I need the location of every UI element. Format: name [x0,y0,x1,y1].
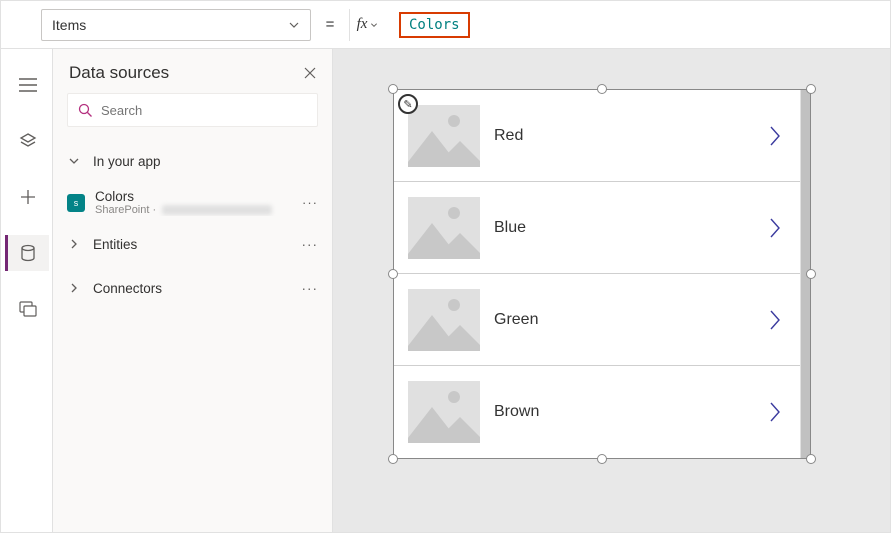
property-selector-label: Items [52,17,86,33]
list-item[interactable]: Green [394,274,800,366]
resize-handle[interactable] [388,454,398,464]
image-placeholder-icon [408,381,480,443]
fx-button[interactable]: fx [349,9,385,41]
datasource-subtext: SharePoint · [95,204,292,216]
search-input[interactable] [101,103,307,118]
section-label: Connectors [93,281,162,296]
formula-input[interactable]: Colors [395,9,882,41]
layers-icon[interactable] [5,123,49,159]
datasource-item[interactable]: s Colors SharePoint · ··· [53,183,332,222]
chevron-down-icon [288,19,300,31]
chevron-right-icon[interactable] [768,217,782,239]
more-icon[interactable]: ··· [302,195,322,210]
section-label: Entities [93,237,137,252]
chevron-down-icon [67,155,81,167]
list-item-title: Brown [494,403,754,421]
plus-icon[interactable] [5,179,49,215]
image-placeholder-icon [408,197,480,259]
hamburger-icon[interactable] [5,67,49,103]
main-area: Data sources In your app s Colors [1,49,890,532]
chevron-down-icon [370,21,378,29]
section-entities[interactable]: Entities ··· [53,222,332,266]
canvas[interactable]: Red Blue Green Brown [333,49,890,532]
section-in-your-app[interactable]: In your app [53,139,332,183]
list-item-title: Blue [494,219,754,237]
equals-sign: = [321,16,339,33]
data-icon[interactable] [5,235,49,271]
close-icon[interactable] [304,67,316,79]
chevron-right-icon [67,238,81,250]
property-selector[interactable]: Items [41,9,311,41]
list-item-title: Red [494,127,754,145]
resize-handle[interactable] [388,84,398,94]
more-icon[interactable]: ··· [302,237,323,252]
chevron-right-icon[interactable] [768,401,782,423]
pencil-icon[interactable]: ✎ [398,94,418,114]
more-icon[interactable]: ··· [302,281,323,296]
resize-handle[interactable] [806,84,816,94]
panel-title: Data sources [69,63,169,83]
section-connectors[interactable]: Connectors ··· [53,266,332,310]
section-label: In your app [93,154,161,169]
chevron-right-icon[interactable] [768,125,782,147]
image-placeholder-icon [408,105,480,167]
gallery-list: Red Blue Green Brown [394,90,800,458]
formula-value-highlight: Colors [399,12,470,38]
search-icon [78,103,93,118]
resize-handle[interactable] [806,269,816,279]
resize-handle[interactable] [597,84,607,94]
fx-label: fx [357,16,368,33]
list-item-title: Green [494,311,754,329]
resize-handle[interactable] [388,269,398,279]
datasource-name: Colors [95,189,292,204]
media-icon[interactable] [5,291,49,327]
panel-header: Data sources [53,49,332,93]
gallery-selection-frame: Red Blue Green Brown [393,89,811,459]
formula-bar: Items = fx Colors [1,1,890,49]
side-rail [1,49,53,532]
search-box[interactable] [67,93,318,127]
resize-handle[interactable] [597,454,607,464]
gallery-control[interactable]: Red Blue Green Brown [393,89,811,459]
data-sources-panel: Data sources In your app s Colors [53,49,333,532]
sharepoint-icon: s [67,194,85,212]
image-placeholder-icon [408,289,480,351]
list-item[interactable]: Brown [394,366,800,458]
list-item[interactable]: Red [394,90,800,182]
datasource-text: Colors SharePoint · [95,189,292,216]
chevron-right-icon [67,282,81,294]
chevron-right-icon[interactable] [768,309,782,331]
resize-handle[interactable] [806,454,816,464]
list-item[interactable]: Blue [394,182,800,274]
